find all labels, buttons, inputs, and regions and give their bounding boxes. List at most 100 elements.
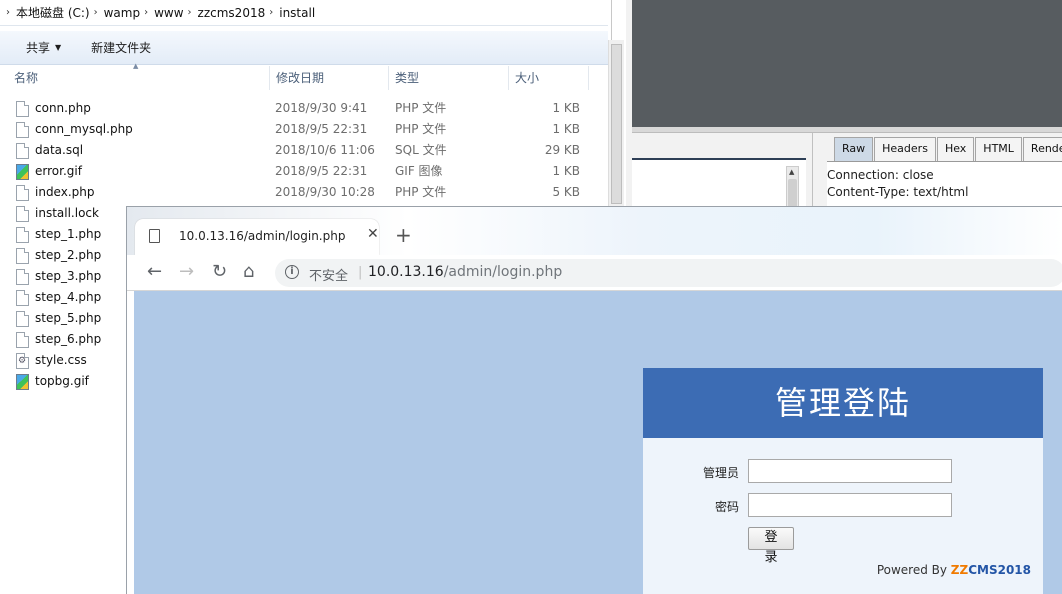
file-name: install.lock <box>35 206 99 220</box>
file-type: PHP 文件 <box>395 122 447 136</box>
file-name: style.css <box>35 353 87 367</box>
file-row[interactable]: data.sql 2018/10/6 11:06 SQL 文件 29 KB <box>0 140 608 161</box>
proxy-dark-panel <box>632 0 1062 127</box>
css-icon <box>16 353 29 369</box>
share-label: 共享 <box>26 41 51 55</box>
login-title: 管理登陆 <box>643 368 1043 438</box>
breadcrumb-install[interactable]: install <box>279 6 315 20</box>
file-size: 29 KB <box>544 143 580 157</box>
column-name-header[interactable]: 名称 <box>8 66 270 90</box>
chevron-right-icon[interactable]: › <box>94 7 98 18</box>
new-folder-button[interactable]: 新建文件夹 <box>91 39 151 56</box>
not-secure-label[interactable]: 不安全 <box>309 265 348 284</box>
file-name: error.gif <box>35 164 82 178</box>
file-icon <box>16 290 29 306</box>
file-icon <box>16 311 29 327</box>
reload-icon[interactable]: ↻ <box>212 261 227 283</box>
file-icon <box>16 227 29 243</box>
file-date: 2018/9/30 9:41 <box>275 101 368 115</box>
share-button[interactable]: 共享 ▼ <box>26 39 61 56</box>
browser-tabstrip: 10.0.13.16/admin/login.php ✕ + <box>127 207 1062 255</box>
file-date: 2018/9/5 22:31 <box>275 122 368 136</box>
new-folder-label: 新建文件夹 <box>91 41 152 55</box>
column-date-header[interactable]: 修改日期 <box>270 66 389 90</box>
file-row[interactable]: conn_mysql.php 2018/9/5 22:31 PHP 文件 1 KB <box>0 119 608 140</box>
column-header: 名称 修改日期 类型 大小 <box>0 66 608 90</box>
response-tabs: RawHeadersHexHTMLRender <box>834 137 1062 161</box>
file-name: step_5.php <box>35 311 102 325</box>
password-input[interactable] <box>748 493 952 517</box>
file-name: step_3.php <box>35 269 102 283</box>
scroll-up-icon[interactable]: ▲ <box>789 168 794 176</box>
column-type-header[interactable]: 类型 <box>389 66 509 90</box>
back-icon[interactable]: ← <box>147 261 162 283</box>
breadcrumb-www[interactable]: www <box>154 6 183 20</box>
file-icon <box>16 185 29 201</box>
tab-hex[interactable]: Hex <box>936 137 975 161</box>
address-bar[interactable]: i 不安全 | 10.0.13.16/admin/login.php <box>275 259 1062 287</box>
file-type: SQL 文件 <box>395 143 447 157</box>
tab-html[interactable]: HTML <box>975 137 1022 161</box>
file-type: GIF 图像 <box>395 164 443 178</box>
chevron-right-icon[interactable]: › <box>188 7 192 18</box>
tab-title: 10.0.13.16/admin/login.php <box>179 229 346 243</box>
response-line: Content-Type: text/html <box>827 185 969 199</box>
password-label: 密码 <box>714 500 739 514</box>
scrollbar-thumb[interactable] <box>611 44 622 204</box>
admin-username-input[interactable] <box>748 459 952 483</box>
tab-raw[interactable]: Raw <box>834 137 874 161</box>
url-host: 10.0.13.16 <box>368 264 444 280</box>
chevron-right-icon[interactable]: › <box>6 7 10 18</box>
close-icon[interactable]: ✕ <box>367 226 379 242</box>
forward-icon[interactable]: → <box>179 261 194 283</box>
powered-prefix: Powered By <box>876 563 951 577</box>
file-row[interactable]: conn.php 2018/9/30 9:41 PHP 文件 1 KB <box>0 98 608 119</box>
file-size: 5 KB <box>552 185 580 199</box>
separator: | <box>358 265 363 280</box>
url-path: /admin/login.php <box>443 264 563 280</box>
file-name: index.php <box>35 185 95 199</box>
address-breadcrumb[interactable]: › 本地磁盘 (C:) › wamp › www › zzcms2018 › i… <box>0 0 608 26</box>
brand-cms[interactable]: CMS2018 <box>968 563 1031 577</box>
file-name: step_2.php <box>35 248 102 262</box>
chevron-right-icon[interactable]: › <box>144 7 148 18</box>
breadcrumb-drive[interactable]: 本地磁盘 (C:) <box>16 4 90 21</box>
explorer-toolbar: 共享 ▼ 新建文件夹 <box>0 31 608 65</box>
file-name: conn_mysql.php <box>35 122 133 136</box>
tab-render[interactable]: Render <box>1022 137 1062 161</box>
column-size-header[interactable]: 大小 <box>509 66 589 90</box>
file-icon <box>16 269 29 285</box>
login-submit-button[interactable]: 登 录 <box>748 527 794 565</box>
powered-by-footer: Powered By ZZCMS2018 <box>877 563 1031 577</box>
brand-zz[interactable]: ZZ <box>951 563 968 577</box>
file-name: step_1.php <box>35 227 102 241</box>
file-name: conn.php <box>35 101 91 115</box>
browser-toolbar: ← → ↻ ⌂ i 不安全 | 10.0.13.16/admin/login.p… <box>127 255 1062 291</box>
admin-label: 管理员 <box>702 466 739 480</box>
tab-headers[interactable]: Headers <box>874 137 936 161</box>
image-icon <box>16 374 29 390</box>
proxy-splitter[interactable] <box>632 127 1062 133</box>
vertical-scrollbar[interactable] <box>608 40 624 210</box>
new-tab-icon[interactable]: + <box>395 225 412 245</box>
url-text[interactable]: 10.0.13.16/admin/login.php <box>368 264 562 280</box>
file-icon <box>16 143 29 159</box>
file-row[interactable]: error.gif 2018/9/5 22:31 GIF 图像 1 KB <box>0 161 608 182</box>
file-row[interactable]: index.php 2018/9/30 10:28 PHP 文件 5 KB <box>0 182 608 203</box>
info-icon[interactable]: i <box>285 265 299 279</box>
file-date: 2018/10/6 11:06 <box>275 143 375 157</box>
chevron-right-icon[interactable]: › <box>269 7 273 18</box>
file-icon <box>16 206 29 222</box>
home-icon[interactable]: ⌂ <box>243 261 254 283</box>
file-date: 2018/9/5 22:31 <box>275 164 368 178</box>
file-icon <box>16 122 29 138</box>
file-icon <box>16 332 29 348</box>
login-panel: 管理登陆 管理员 密码 登 录 Powered By ZZCMS2018 <box>643 368 1043 594</box>
caret-down-icon: ▼ <box>55 43 62 52</box>
breadcrumb-zzcms2018[interactable]: zzcms2018 <box>198 6 266 20</box>
file-size: 1 KB <box>552 122 580 136</box>
breadcrumb-wamp[interactable]: wamp <box>104 6 140 20</box>
browser-tab[interactable]: 10.0.13.16/admin/login.php ✕ <box>135 219 379 255</box>
file-icon <box>16 101 29 117</box>
image-icon <box>16 164 29 180</box>
